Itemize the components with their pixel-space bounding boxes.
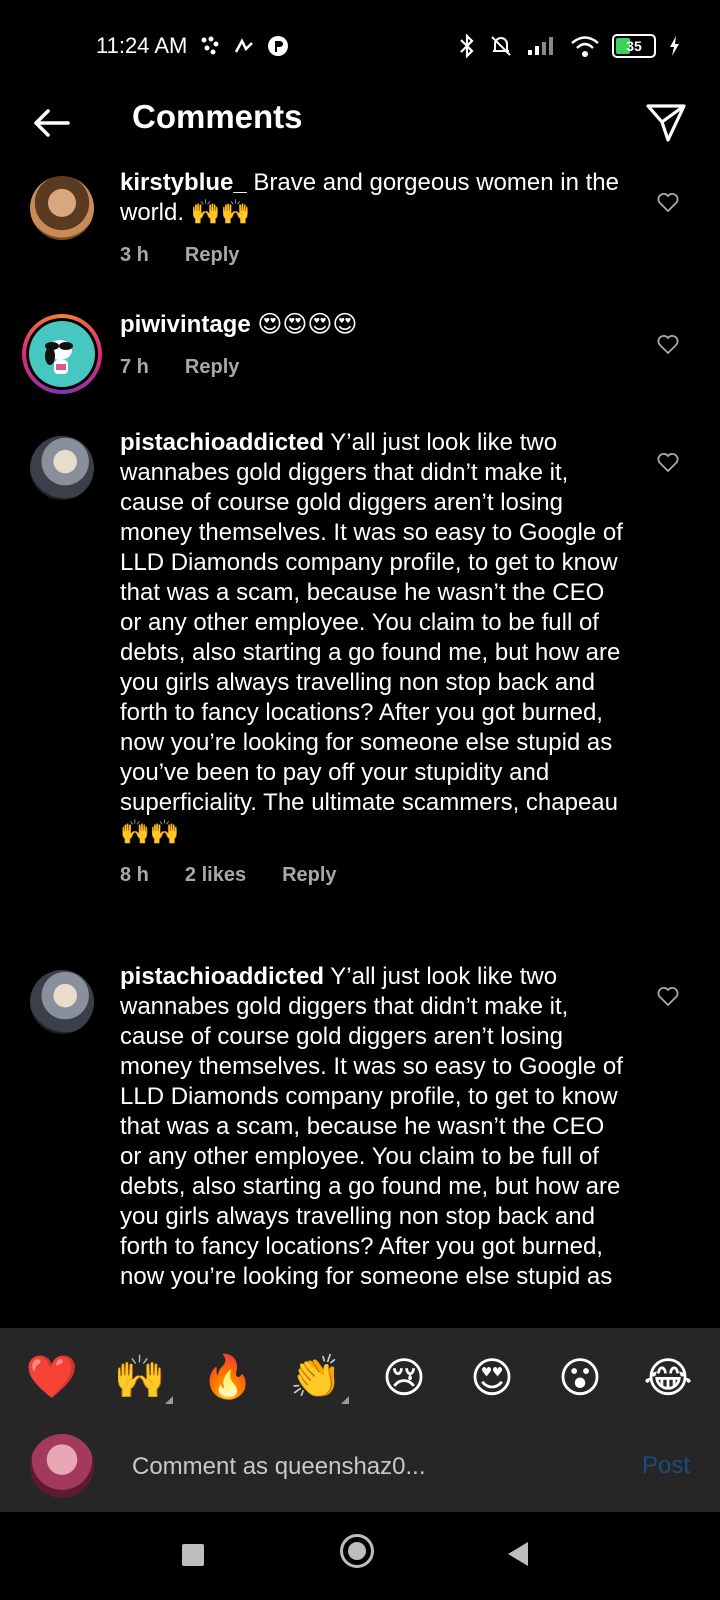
status-time: 11:24 AM xyxy=(96,33,188,58)
emoji-reaction-bar: ❤️ 🙌 🔥 👏 😢 😍 😮 😂 xyxy=(0,1328,720,1426)
comments-header: Comments xyxy=(0,92,720,152)
status-bar: 11:24 AM 35 xyxy=(0,0,720,92)
post-button[interactable]: Post xyxy=(642,1452,690,1480)
avatar[interactable] xyxy=(30,970,94,1034)
page-title: Comments xyxy=(132,98,303,135)
mute-bell-icon xyxy=(491,36,511,56)
emoji-crying-button[interactable]: 😢 xyxy=(369,1353,439,1402)
battery-icon: 35 xyxy=(612,34,656,58)
emoji-fire-button[interactable]: 🔥 xyxy=(193,1352,263,1402)
like-heart-icon[interactable] xyxy=(656,332,680,356)
cell-signal-icon xyxy=(528,37,553,55)
comment-username[interactable]: kirstyblue_ xyxy=(120,169,247,196)
like-heart-icon[interactable] xyxy=(656,190,680,214)
comment-item: pistachioaddicted Y’all just look like t… xyxy=(0,962,720,1328)
charging-icon xyxy=(670,36,679,56)
comment-item: kirstyblue_ Brave and gorgeous women in … xyxy=(0,168,720,310)
avatar[interactable] xyxy=(30,176,94,240)
comment-text: 😍😍😍😍 xyxy=(250,311,358,338)
recents-square-icon[interactable] xyxy=(182,1544,204,1566)
snoopy-avatar-icon xyxy=(45,340,73,374)
reply-button[interactable]: Reply xyxy=(282,860,336,890)
emoji-heart-eyes-button[interactable]: 😍 xyxy=(457,1353,527,1402)
avatar-story-ring[interactable] xyxy=(22,314,102,394)
comment-time: 3 h xyxy=(120,244,149,266)
comment-item: piwivintage 😍😍😍😍 7 h Reply xyxy=(0,310,720,428)
comment-input[interactable] xyxy=(130,1446,594,1488)
skin-tone-indicator-icon xyxy=(341,1396,349,1404)
comment-composer: Post xyxy=(0,1426,720,1512)
bluetooth-icon xyxy=(460,33,474,59)
emoji-red-heart-button[interactable]: ❤️ xyxy=(17,1352,87,1402)
app-badge-icon xyxy=(268,36,289,56)
like-heart-icon[interactable] xyxy=(656,984,680,1008)
like-heart-icon[interactable] xyxy=(656,450,680,474)
comment-likes[interactable]: 2 likes xyxy=(185,860,246,890)
comment-item: pistachioaddicted Y’all just look like t… xyxy=(0,428,720,962)
reply-button[interactable]: Reply xyxy=(185,352,239,382)
emoji-raising-hands-button[interactable]: 🙌 xyxy=(105,1352,175,1404)
comment-username[interactable]: pistachioaddicted xyxy=(120,963,324,990)
back-triangle-icon[interactable] xyxy=(508,1542,528,1566)
signal-squiggle-icon xyxy=(235,38,254,53)
comments-list[interactable]: kirstyblue_ Brave and gorgeous women in … xyxy=(0,168,720,1328)
back-arrow-icon[interactable] xyxy=(30,102,72,144)
comment-text: Y’all just look like two wannabes gold d… xyxy=(120,429,623,846)
notification-dots-icon xyxy=(201,36,219,55)
emoji-clapping-button[interactable]: 👏 xyxy=(281,1352,351,1404)
comment-text: Y’all just look like two wannabes gold d… xyxy=(120,963,623,1290)
system-nav-bar xyxy=(0,1512,720,1600)
current-user-avatar xyxy=(30,1434,94,1498)
comment-username[interactable]: piwivintage xyxy=(120,311,251,338)
send-direct-icon[interactable] xyxy=(644,100,688,144)
reply-button[interactable]: Reply xyxy=(185,240,239,270)
comment-username[interactable]: pistachioaddicted xyxy=(120,429,324,456)
home-circle-icon[interactable] xyxy=(340,1534,374,1568)
avatar[interactable] xyxy=(30,436,94,500)
emoji-laughing-button[interactable]: 😂 xyxy=(633,1353,703,1402)
skin-tone-indicator-icon xyxy=(165,1396,173,1404)
comment-time: 8 h xyxy=(120,864,149,886)
emoji-surprised-button[interactable]: 😮 xyxy=(545,1353,615,1402)
comment-time: 7 h xyxy=(120,356,149,378)
wifi-icon xyxy=(571,36,599,57)
